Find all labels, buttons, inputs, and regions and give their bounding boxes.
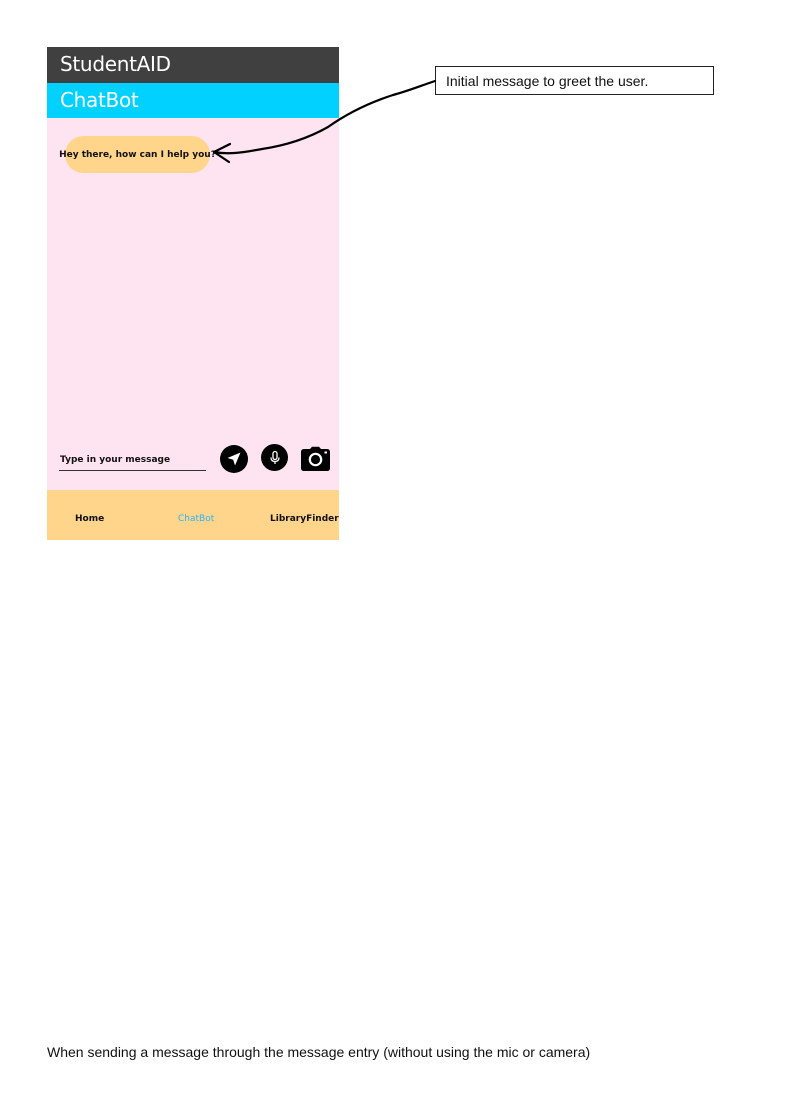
app-bar: StudentAID	[47, 47, 339, 83]
app-title: StudentAID	[60, 52, 171, 76]
mic-icon	[269, 450, 280, 464]
annotation-text: Initial message to greet the user.	[446, 73, 649, 89]
page-title: ChatBot	[60, 88, 139, 112]
phone-screen: StudentAID ChatBot Hey there, how can I …	[47, 47, 339, 540]
greeting-message-bubble: Hey there, how can I help you?	[59, 136, 216, 173]
message-input[interactable]	[59, 451, 206, 471]
camera-button[interactable]	[300, 446, 331, 472]
camera-icon	[301, 446, 330, 471]
nav-tab-chatbot[interactable]: ChatBot	[178, 514, 214, 524]
send-button[interactable]	[220, 445, 248, 473]
mic-button[interactable]	[261, 444, 288, 471]
page-header: ChatBot	[47, 83, 339, 118]
bottom-navigation: Home ChatBot LibraryFinder	[47, 490, 339, 540]
send-icon	[227, 452, 241, 466]
annotation-callout: Initial message to greet the user.	[435, 66, 714, 95]
document-caption: When sending a message through the messa…	[47, 1044, 591, 1060]
nav-tab-home[interactable]: Home	[75, 514, 104, 524]
nav-tab-libraryfinder[interactable]: LibraryFinder	[270, 514, 339, 524]
greeting-message-text: Hey there, how can I help you?	[59, 149, 216, 160]
